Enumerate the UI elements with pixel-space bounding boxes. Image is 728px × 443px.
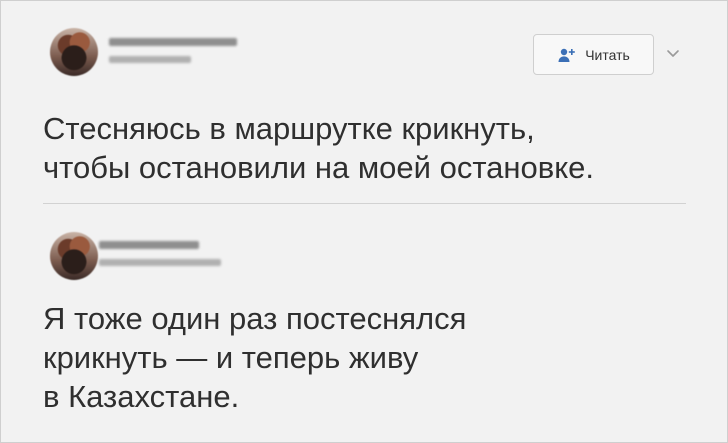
add-user-icon (557, 47, 577, 63)
avatar[interactable] (50, 232, 98, 280)
avatar[interactable] (50, 28, 98, 76)
tweet-text-line: чтобы остановили на моей остановке. (43, 150, 595, 185)
divider (43, 203, 686, 204)
screenshot-frame: Читать Стесняюсь в маршрутке крикнуть, ч… (0, 0, 728, 443)
follow-button-label: Читать (585, 46, 630, 63)
reply-text-line: в Казахстане. (43, 379, 240, 414)
reply-text: Я тоже один раз постеснялся крикнуть — и… (43, 299, 643, 416)
chevron-down-icon[interactable] (665, 45, 681, 61)
author-handle-blurred (109, 56, 191, 63)
author-handle-blurred (99, 259, 221, 266)
reply-text-line: крикнуть — и теперь живу (43, 340, 419, 375)
tweet-text-line: Стесняюсь в маршрутке крикнуть, (43, 111, 535, 146)
author-name-blurred[interactable] (109, 38, 237, 46)
tweet-text: Стесняюсь в маршрутке крикнуть, чтобы ос… (43, 109, 703, 187)
follow-button[interactable]: Читать (533, 34, 654, 75)
reply-text-line: Я тоже один раз постеснялся (43, 301, 467, 336)
author-name-blurred[interactable] (99, 241, 199, 249)
